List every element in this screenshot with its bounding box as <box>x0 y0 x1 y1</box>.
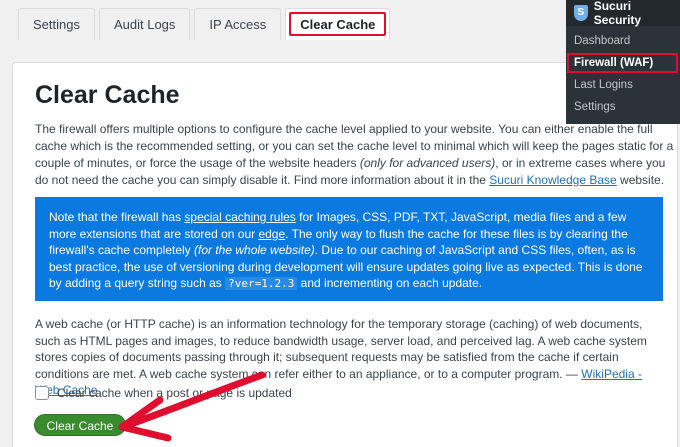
intro-emphasis: (only for advanced users) <box>359 156 496 170</box>
version-query-code: ?ver=1.2.3 <box>225 277 298 290</box>
notice-emphasis: (for the whole website) <box>194 243 315 257</box>
shield-icon: S <box>574 5 588 21</box>
tab-clear-cache[interactable]: Clear Cache <box>285 8 391 40</box>
sucuri-menu-title: Sucuri Security <box>593 0 642 27</box>
web-cache-text: A web cache (or HTTP cache) is an inform… <box>35 317 647 381</box>
sucuri-menu-header[interactable]: S Sucuri Security <box>566 0 680 27</box>
notice-text-1: Note that the firewall has <box>49 210 185 224</box>
special-caching-rules-link[interactable]: special caching rules <box>184 210 295 224</box>
clear-cache-on-update-row[interactable]: Clear cache when a post or page is updat… <box>35 386 292 400</box>
caching-rules-notice: Note that the firewall has special cachi… <box>35 197 663 301</box>
knowledge-base-link[interactable]: Sucuri Knowledge Base <box>489 173 616 187</box>
tab-clear-cache-label: Clear Cache <box>300 17 376 32</box>
sucuri-submenu: Dashboard Firewall (WAF) Last Logins Set… <box>566 26 680 124</box>
tab-bar: Settings Audit Logs IP Access Clear Cach… <box>18 8 391 40</box>
submenu-item-last-logins[interactable]: Last Logins <box>566 74 680 96</box>
intro-paragraph: The firewall offers multiple options to … <box>35 121 675 189</box>
page-title: Clear Cache <box>35 81 180 109</box>
notice-text-5: and incrementing on each update. <box>297 276 483 290</box>
tab-ip-access[interactable]: IP Access <box>194 8 282 40</box>
clear-cache-button[interactable]: Clear Cache <box>34 414 126 436</box>
sucuri-admin-menu: S Sucuri Security Dashboard Firewall (WA… <box>566 0 680 124</box>
clear-cache-on-update-checkbox[interactable] <box>35 386 49 400</box>
edge-link[interactable]: edge <box>258 227 285 241</box>
submenu-item-dashboard[interactable]: Dashboard <box>566 30 680 52</box>
submenu-item-firewall[interactable]: Firewall (WAF) <box>566 52 680 74</box>
submenu-item-firewall-label: Firewall (WAF) <box>574 57 654 69</box>
tab-settings[interactable]: Settings <box>18 8 95 40</box>
intro-text-3: website. <box>616 173 665 187</box>
submenu-item-settings[interactable]: Settings <box>566 96 680 118</box>
tab-audit-logs[interactable]: Audit Logs <box>98 8 191 40</box>
clear-cache-on-update-label: Clear cache when a post or page is updat… <box>57 386 292 400</box>
